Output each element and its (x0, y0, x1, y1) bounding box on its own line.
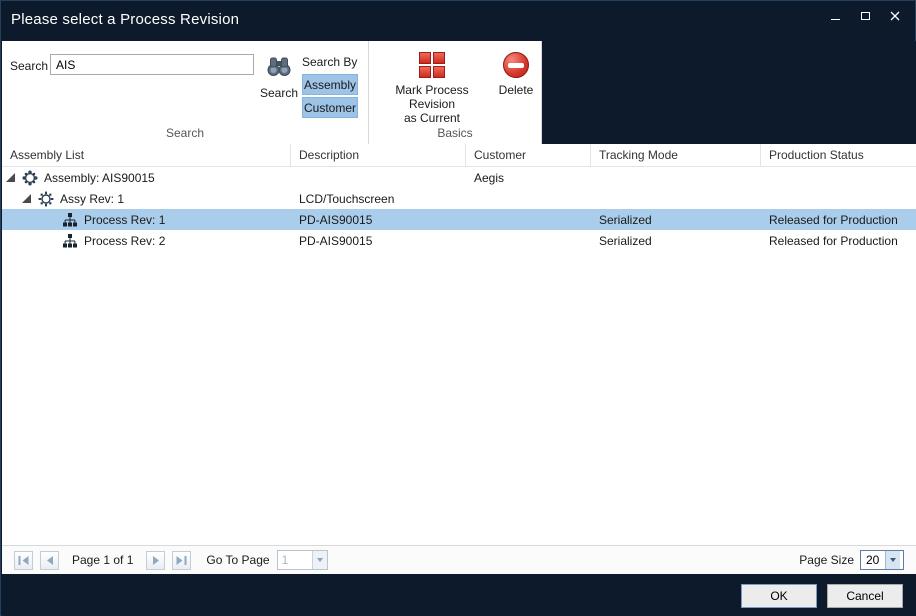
mark-current-button[interactable]: Mark Process Revision as Current (371, 52, 493, 125)
ribbon-group-basics: Mark Process Revision as Current Delete … (369, 41, 542, 144)
table-row-process-rev-1[interactable]: Process Rev: 1 PD-AIS90015 Serialized Re… (2, 209, 916, 230)
search-by-customer-label: Customer (304, 101, 356, 115)
search-group-label: Search (2, 126, 368, 140)
assembly-icon (22, 170, 38, 186)
window-controls (821, 1, 915, 27)
search-by-group: Search By Assembly Customer (302, 55, 360, 120)
ok-button[interactable]: OK (741, 584, 817, 608)
row-label: Process Rev: 1 (84, 213, 165, 227)
assy-rev-icon (38, 191, 54, 207)
search-by-assembly-toggle[interactable]: Assembly (302, 74, 358, 95)
page-indicator: Page 1 of 1 (72, 553, 133, 567)
next-page-button[interactable] (146, 551, 165, 570)
page-size-label: Page Size (799, 553, 854, 567)
pager-bar: Page 1 of 1 Go To Page Page Size 20 (2, 545, 916, 574)
search-button[interactable]: Search (258, 52, 300, 100)
delete-icon (503, 52, 529, 78)
table-row-process-rev-2[interactable]: Process Rev: 2 PD-AIS90015 Serialized Re… (2, 230, 916, 251)
search-by-assembly-label: Assembly (304, 78, 356, 92)
maximize-icon (861, 12, 870, 20)
dialog-footer: OK Cancel (2, 574, 916, 616)
mark-current-label-line2: as Current (404, 111, 460, 125)
column-header-description[interactable]: Description (291, 144, 466, 166)
row-label: Assy Rev: 1 (60, 192, 124, 206)
delete-button[interactable]: Delete (493, 52, 539, 97)
go-to-page-combo[interactable] (277, 550, 328, 570)
previous-page-button[interactable] (40, 551, 59, 570)
delete-button-label: Delete (499, 83, 534, 97)
search-by-label: Search By (302, 55, 360, 69)
page-size-select[interactable]: 20 (860, 550, 904, 570)
process-icon (62, 233, 78, 249)
expander-icon[interactable] (6, 173, 15, 182)
last-page-icon (176, 556, 187, 565)
ribbon-panel: Search Search (2, 41, 542, 144)
assembly-grid: Assembly List Description Customer Track… (2, 144, 916, 545)
expander-icon[interactable] (22, 194, 31, 203)
search-input[interactable] (50, 54, 254, 75)
close-button[interactable] (881, 5, 909, 27)
maximize-button[interactable] (851, 5, 879, 27)
search-field-label: Search (10, 59, 48, 73)
table-row-assembly[interactable]: Assembly: AIS90015 Aegis (2, 167, 916, 188)
ribbon-group-search: Search Search (2, 41, 369, 144)
go-to-page-input[interactable] (278, 551, 312, 569)
ribbon: Search Search (2, 41, 916, 144)
titlebar: Please select a Process Revision (1, 1, 915, 41)
cell-description: PD-AIS90015 (291, 213, 466, 227)
minimize-button[interactable] (821, 5, 849, 27)
search-by-customer-toggle[interactable]: Customer (302, 97, 358, 118)
first-page-icon (18, 556, 29, 565)
cancel-button[interactable]: Cancel (827, 584, 903, 608)
column-header-assembly-list[interactable]: Assembly List (2, 144, 291, 166)
process-icon (62, 212, 78, 228)
table-row-assy-rev[interactable]: Assy Rev: 1 LCD/Touchscreen (2, 188, 916, 209)
row-label: Process Rev: 2 (84, 234, 165, 248)
cell-description: PD-AIS90015 (291, 234, 466, 248)
close-icon (890, 11, 900, 21)
previous-page-icon (46, 556, 54, 565)
column-header-production-status[interactable]: Production Status (761, 144, 916, 166)
first-page-button[interactable] (14, 551, 33, 570)
process-revision-dialog: Please select a Process Revision Search (0, 0, 916, 616)
search-button-label: Search (260, 86, 298, 100)
cell-production-status: Released for Production (761, 213, 916, 227)
cell-production-status: Released for Production (761, 234, 916, 248)
cell-tracking-mode: Serialized (591, 234, 761, 248)
row-label: Assembly: AIS90015 (44, 171, 155, 185)
binoculars-icon (265, 52, 293, 80)
go-to-page-dropdown-button[interactable] (312, 551, 327, 569)
mark-current-label-line1: Mark Process Revision (395, 83, 468, 111)
column-header-customer[interactable]: Customer (466, 144, 591, 166)
page-size-value: 20 (861, 551, 885, 569)
column-header-tracking-mode[interactable]: Tracking Mode (591, 144, 761, 166)
cell-tracking-mode: Serialized (591, 213, 761, 227)
cell-customer: Aegis (466, 171, 591, 185)
dialog-title: Please select a Process Revision (1, 1, 239, 28)
chevron-down-icon (317, 558, 323, 562)
page-size-dropdown-button[interactable] (885, 551, 900, 569)
cell-description: LCD/Touchscreen (291, 192, 466, 206)
next-page-icon (152, 556, 160, 565)
last-page-button[interactable] (172, 551, 191, 570)
grid-header-row: Assembly List Description Customer Track… (2, 144, 916, 167)
minimize-icon (831, 19, 840, 20)
mark-current-icon (419, 52, 445, 78)
go-to-page-label: Go To Page (206, 553, 269, 567)
chevron-down-icon (890, 558, 896, 562)
basics-group-label: Basics (369, 126, 541, 140)
